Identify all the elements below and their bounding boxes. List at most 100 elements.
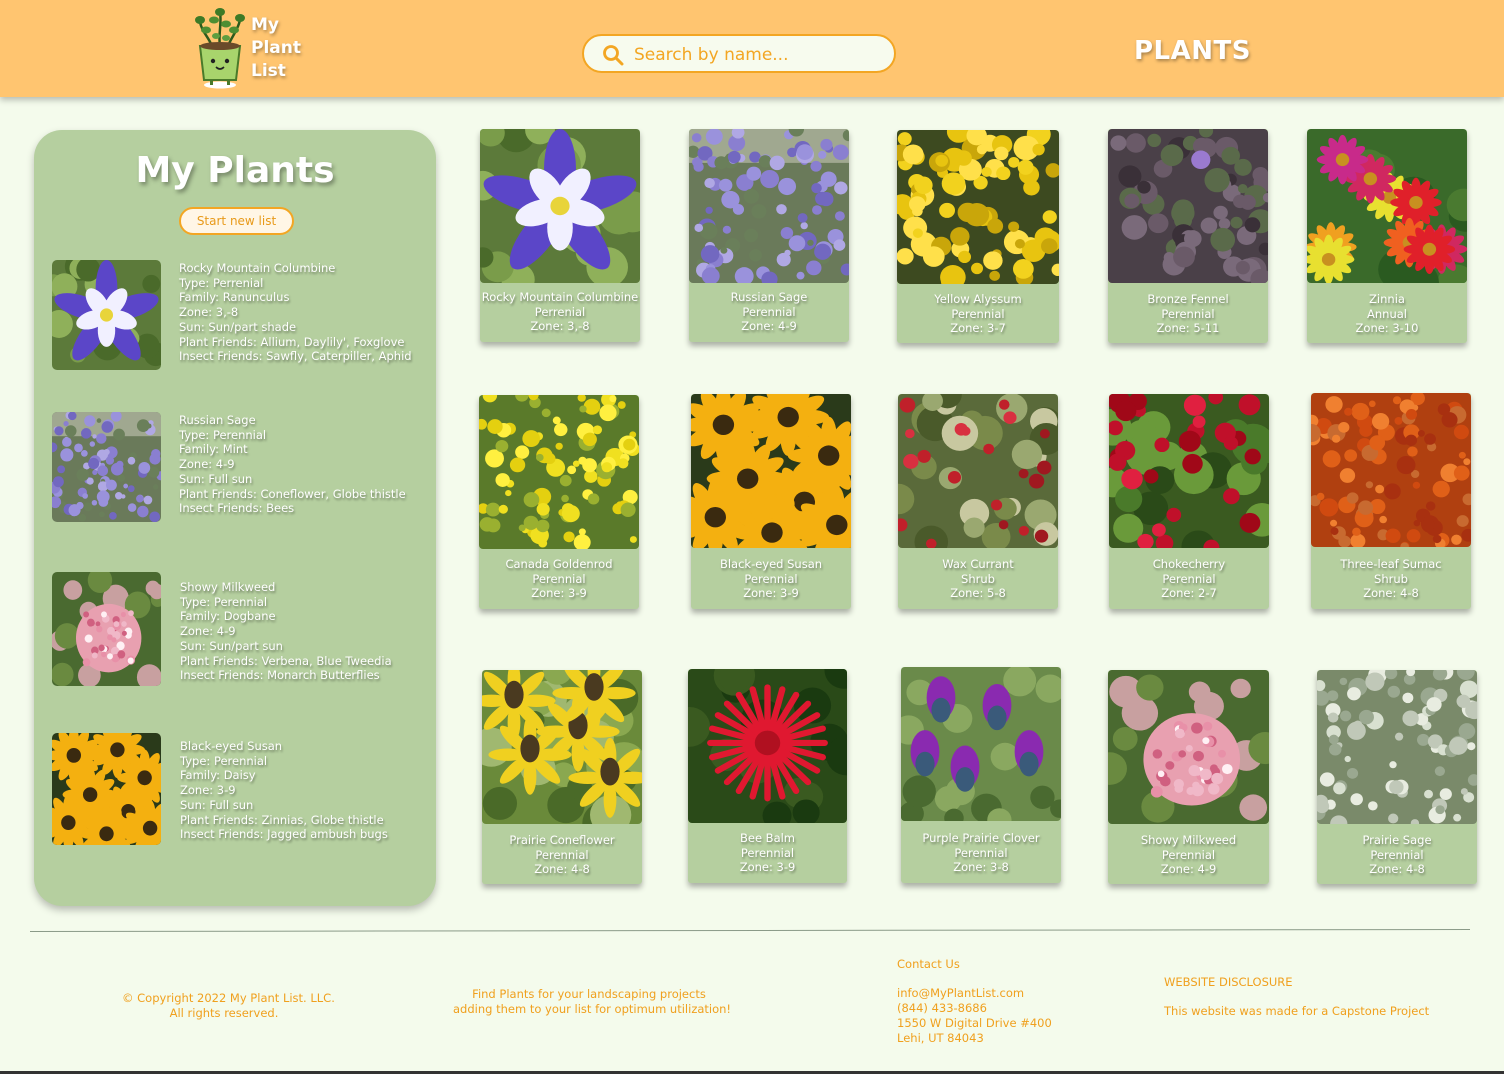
- plant-zone: Zone: 5-8: [950, 586, 1006, 601]
- plant-name: Black-eyed Susan: [719, 557, 823, 571]
- plant-card[interactable]: Rocky Mountain Columbine Perrenial Zone:…: [480, 129, 640, 342]
- plant-card-caption: Zinnia Annual Zone: 3-10: [1307, 292, 1467, 336]
- plant-detail-line: Sun: Sun/part shade: [179, 319, 297, 334]
- plant-name: Russian Sage: [730, 290, 808, 304]
- coneflower-photo-icon: [482, 670, 642, 824]
- plant-card-caption: Prairie Coneflower Perennial Zone: 4-8: [482, 833, 642, 877]
- plant-zone: Zone: 3-10: [1355, 321, 1419, 336]
- plant-photo: [479, 395, 639, 549]
- plant-zone: Zone: 4-9: [1160, 862, 1217, 877]
- plant-detail-line: Plant Friends: Coneflower, Globe thistle: [179, 486, 406, 501]
- search-icon[interactable]: [602, 44, 624, 66]
- plant-photo: [482, 670, 642, 824]
- plant-photo: [1311, 393, 1471, 547]
- plant-detail-line: Plant Friends: Allium, Daylily', Foxglov…: [179, 334, 405, 349]
- plant-card[interactable]: Prairie Sage Perennial Zone: 4-8: [1317, 670, 1477, 884]
- plant-name: Wax Currant: [942, 557, 1014, 571]
- plant-card[interactable]: Three-leaf Sumac Shrub Zone: 4-8: [1311, 393, 1471, 609]
- plant-photo: [1317, 670, 1477, 824]
- contact-title: Contact Us: [897, 957, 960, 971]
- columbine-photo-icon: [52, 260, 161, 370]
- plant-type: Perennial: [740, 845, 795, 860]
- plant-card[interactable]: Black-eyed Susan Perennial Zone: 3-9: [691, 394, 851, 609]
- plant-card[interactable]: Purple Prairie Clover Perennial Zone: 3-…: [901, 667, 1061, 883]
- plant-card-caption: Wax Currant Shrub Zone: 5-8: [898, 557, 1058, 601]
- susan-photo-icon: [52, 733, 161, 845]
- plant-photo: [1109, 394, 1269, 548]
- plant-detail-line: Zone: 4-9: [180, 624, 236, 639]
- plant-name: Prairie Sage: [1362, 833, 1432, 847]
- plant-details: Rocky Mountain Columbine Type: Perrenial…: [179, 261, 412, 364]
- plant-type: Perennial: [1162, 571, 1216, 586]
- plant-detail-line: Type: Perrenial: [179, 275, 264, 290]
- plant-photo: [1108, 670, 1269, 824]
- disclosure-text: This website was made for a Capstone Pro…: [1164, 1004, 1430, 1019]
- plant-card[interactable]: Wax Currant Shrub Zone: 5-8: [898, 394, 1058, 609]
- my-plants-panel: My Plants Start new list Rocky Mountain …: [34, 130, 436, 906]
- plant-photo: [898, 394, 1058, 548]
- plant-detail-line: Family: Daisy: [180, 768, 256, 783]
- logo-text: My Plant List: [251, 14, 301, 83]
- columbine-photo-icon: [480, 129, 640, 283]
- sage-photo-icon: [689, 129, 849, 283]
- currant-photo-icon: [898, 394, 1058, 548]
- logo-line: My: [251, 15, 279, 35]
- plant-card-caption: Black-eyed Susan Perennial Zone: 3-9: [691, 557, 851, 601]
- clover-photo-icon: [901, 667, 1061, 821]
- plant-detail-line: Zone: 3-9: [180, 783, 236, 798]
- logo-line: List: [251, 61, 286, 81]
- plant-card-caption: Canada Goldenrod Perennial Zone: 3-9: [479, 557, 639, 601]
- sage-photo-icon: [52, 412, 161, 522]
- plant-card-caption: Showy Milkweed Perennial Zone: 4-9: [1108, 833, 1269, 877]
- plant-detail-line: Insect Friends: Jagged ambush bugs: [180, 827, 388, 842]
- plant-name: Chokecherry: [1152, 557, 1226, 571]
- susan-photo-icon: [691, 394, 851, 548]
- plant-card[interactable]: Bee Balm Perennial Zone: 3-9: [688, 669, 847, 883]
- contact-email-link[interactable]: info@MyPlantList.com: [897, 986, 1052, 1001]
- footer-contact: Contact Us info@MyPlantList.com (844) 43…: [897, 957, 1052, 1045]
- search-bar: [582, 34, 896, 73]
- plant-card-caption: Purple Prairie Clover Perennial Zone: 3-…: [901, 831, 1061, 875]
- plant-detail-line: Showy Milkweed: [180, 580, 276, 594]
- logo-line: Plant: [251, 38, 301, 58]
- plant-detail-line: Zone: 4-9: [179, 457, 235, 472]
- search-input[interactable]: [632, 39, 886, 71]
- plant-detail-line: Type: Perennial: [179, 427, 267, 442]
- plant-card-caption: Bronze Fennel Perennial Zone: 5-11: [1108, 292, 1268, 336]
- plant-card[interactable]: Yellow Alyssum Perennial Zone: 3-7: [897, 130, 1059, 343]
- plant-photo: [480, 129, 640, 283]
- contact-address: 1550 W Digital Drive #400: [897, 1015, 1052, 1030]
- plant-card-caption: Prairie Sage Perennial Zone: 4-8: [1317, 833, 1477, 877]
- plant-card[interactable]: Canada Goldenrod Perennial Zone: 3-9: [479, 395, 639, 609]
- tagline-line: adding them to your list for optimum uti…: [453, 1001, 732, 1016]
- plant-card[interactable]: Zinnia Annual Zone: 3-10: [1307, 129, 1467, 343]
- plant-card[interactable]: Bronze Fennel Perennial Zone: 5-11: [1108, 129, 1268, 343]
- plant-card[interactable]: Chokecherry Perennial Zone: 2-7: [1109, 394, 1269, 609]
- plant-name: Prairie Coneflower: [509, 833, 615, 847]
- tagline-line: Find Plants for your landscaping project…: [472, 987, 706, 1001]
- footer-divider: [30, 928, 1471, 933]
- plant-card-caption: Bee Balm Perennial Zone: 3-9: [688, 831, 847, 875]
- plant-name: Bee Balm: [739, 831, 796, 845]
- copyright-line: All rights reserved.: [169, 1005, 279, 1020]
- plant-card[interactable]: Prairie Coneflower Perennial Zone: 4-8: [482, 670, 642, 884]
- contact-city: Lehi, UT 84043: [897, 1030, 984, 1045]
- plant-card[interactable]: Showy Milkweed Perennial Zone: 4-9: [1108, 670, 1269, 884]
- plant-detail-line: Russian Sage: [179, 413, 256, 427]
- plant-name: Three-leaf Sumac: [1340, 557, 1442, 571]
- goldenrod-photo-icon: [479, 395, 639, 549]
- copyright-line: © Copyright 2022 My Plant List. LLC.: [122, 991, 335, 1005]
- start-new-list-button[interactable]: Start new list: [179, 207, 294, 235]
- nav-plants-link[interactable]: PLANTS: [1134, 36, 1251, 66]
- logo[interactable]: My Plant List: [192, 6, 302, 90]
- plant-photo: [691, 394, 851, 548]
- plant-type: Perennial: [954, 845, 1008, 860]
- plant-details: Showy Milkweed Type: Perennial Family: D…: [180, 580, 392, 683]
- plant-card-caption: Rocky Mountain Columbine Perrenial Zone:…: [480, 290, 640, 334]
- plant-card[interactable]: Russian Sage Perennial Zone: 4-9: [689, 129, 849, 342]
- plant-detail-line: Type: Perennial: [180, 594, 268, 609]
- plant-detail-line: Sun: Full sun: [180, 797, 254, 812]
- plant-detail-line: Plant Friends: Zinnias, Globe thistle: [180, 812, 384, 827]
- milkweed-photo-icon: [1108, 670, 1269, 824]
- plant-zone: Zone: 3-8: [953, 860, 1009, 875]
